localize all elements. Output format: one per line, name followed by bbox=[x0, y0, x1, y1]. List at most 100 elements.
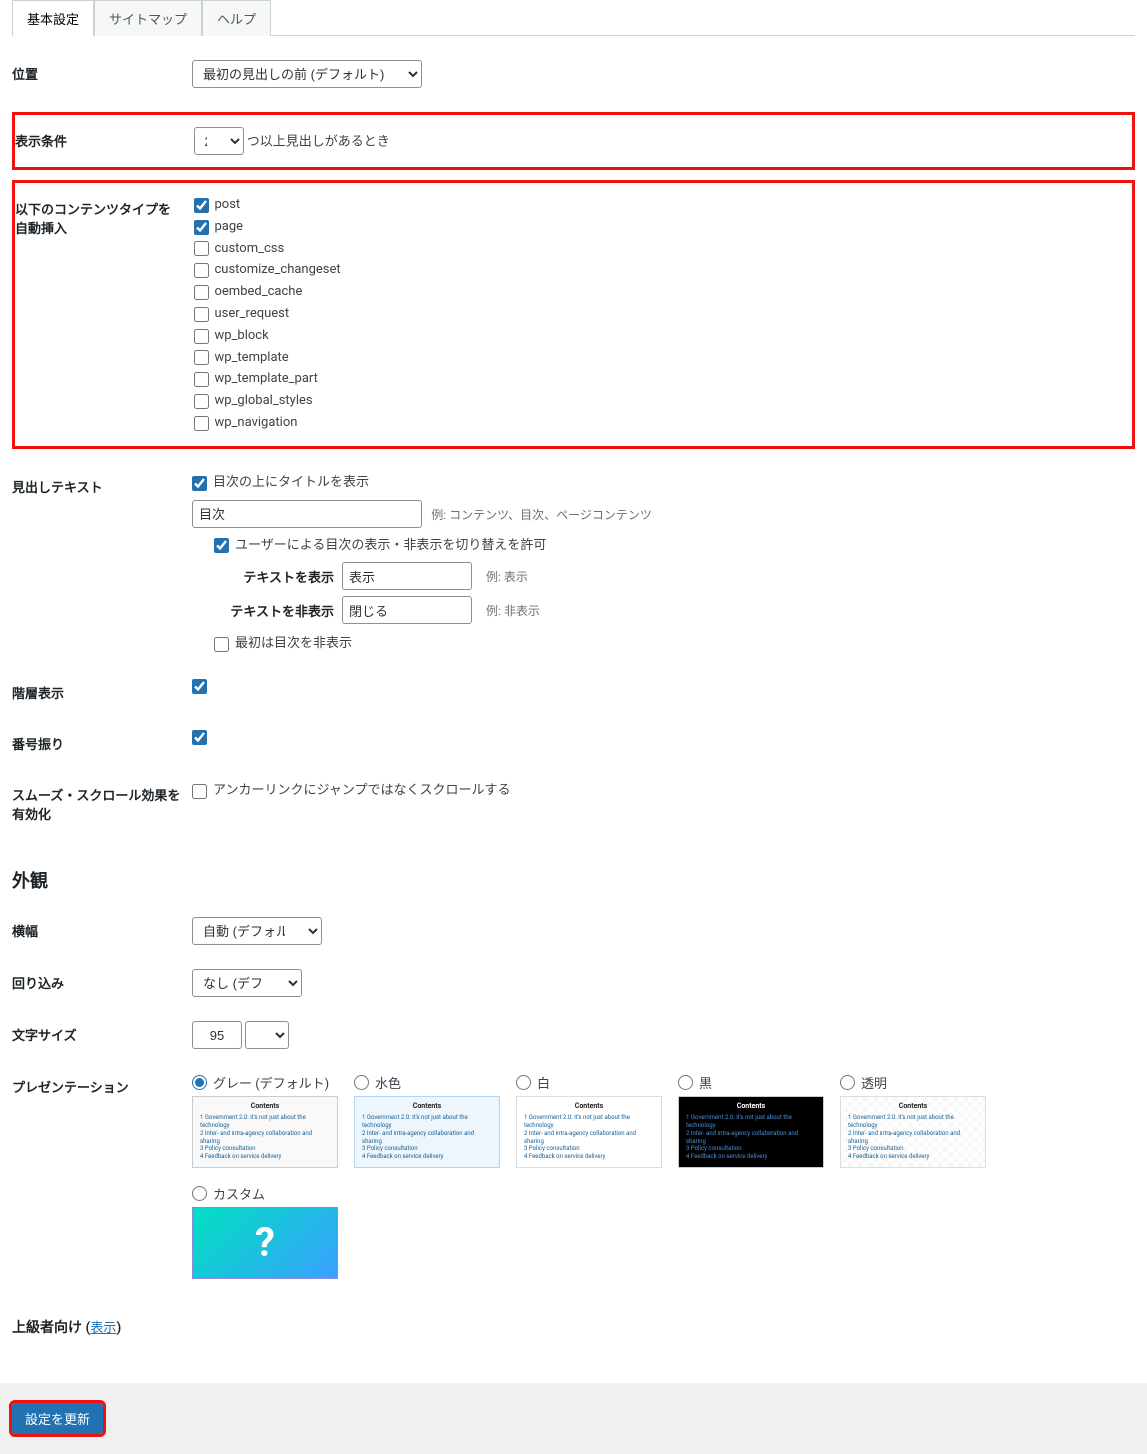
auto-insert-label: wp_global_styles bbox=[215, 391, 313, 412]
label-auto-insert: 以下のコンテンツタイプを自動挿入 bbox=[14, 182, 194, 448]
label-numbering: 番号振り bbox=[12, 718, 192, 769]
heading-appearance: 外観 bbox=[12, 867, 1135, 893]
auto-insert-checkbox[interactable] bbox=[194, 394, 209, 409]
presentation-preview: ? bbox=[192, 1207, 338, 1279]
presentation-options: グレー (デフォルト)Contents1 Government 2.0: it'… bbox=[192, 1073, 1125, 1279]
checkbox-show-title[interactable] bbox=[192, 476, 207, 491]
auto-insert-checkbox[interactable] bbox=[194, 329, 209, 344]
presentation-radio-row[interactable]: 白 bbox=[516, 1073, 662, 1092]
auto-insert-label: wp_navigation bbox=[215, 413, 298, 434]
show-when-suffix: つ以上見出しがあるとき bbox=[247, 135, 390, 150]
presentation-label: 白 bbox=[537, 1073, 550, 1092]
auto-insert-item[interactable]: user_request bbox=[194, 304, 1123, 325]
tab-help[interactable]: ヘルプ bbox=[202, 0, 271, 36]
smooth-scroll-option: アンカーリンクにジャンプではなくスクロールする bbox=[213, 781, 510, 802]
label-smooth-scroll: スムーズ・スクロール効果を有効化 bbox=[12, 769, 192, 839]
hint-toc-title: 例: コンテンツ、目次、ページコンテンツ bbox=[431, 508, 652, 522]
auto-insert-item[interactable]: wp_navigation bbox=[194, 413, 1123, 434]
presentation-option: 透明Contents1 Government 2.0: it's not jus… bbox=[840, 1073, 986, 1168]
auto-insert-item[interactable]: wp_block bbox=[194, 326, 1123, 347]
initial-hide-label: 最初は目次を非表示 bbox=[235, 634, 352, 655]
input-show-text[interactable] bbox=[342, 562, 472, 590]
presentation-radio-row[interactable]: グレー (デフォルト) bbox=[192, 1073, 338, 1092]
auto-insert-item[interactable]: page bbox=[194, 217, 1123, 238]
presentation-radio-row[interactable]: 黒 bbox=[678, 1073, 824, 1092]
select-font-unit[interactable]: % bbox=[245, 1021, 289, 1049]
presentation-option: グレー (デフォルト)Contents1 Government 2.0: it'… bbox=[192, 1073, 338, 1168]
tab-sitemap[interactable]: サイトマップ bbox=[94, 0, 202, 36]
auto-insert-label: oembed_cache bbox=[215, 282, 303, 303]
allow-toggle-label: ユーザーによる目次の表示・非表示を切り替えを許可 bbox=[235, 536, 546, 557]
presentation-radio[interactable] bbox=[192, 1075, 207, 1090]
advanced-toggle-link[interactable]: 表示 bbox=[90, 1321, 116, 1336]
checkbox-hierarchy[interactable] bbox=[192, 679, 207, 694]
presentation-radio[interactable] bbox=[678, 1075, 693, 1090]
tab-basic[interactable]: 基本設定 bbox=[12, 0, 94, 36]
label-font-size: 文字サイズ bbox=[12, 1009, 192, 1061]
auto-insert-checkbox[interactable] bbox=[194, 220, 209, 235]
label-hierarchy: 階層表示 bbox=[12, 667, 192, 718]
auto-insert-checkbox[interactable] bbox=[194, 350, 209, 365]
checkbox-smooth-scroll[interactable] bbox=[192, 784, 207, 799]
presentation-label: カスタム bbox=[213, 1184, 265, 1203]
label-hide-text: テキストを非表示 bbox=[214, 601, 334, 620]
presentation-radio[interactable] bbox=[840, 1075, 855, 1090]
input-font-size[interactable] bbox=[192, 1021, 242, 1049]
presentation-label: 黒 bbox=[699, 1073, 712, 1092]
presentation-option: カスタム? bbox=[192, 1184, 338, 1279]
select-wrap[interactable]: なし (デフォルト) bbox=[192, 969, 302, 997]
hint-show-text: 例: 表示 bbox=[486, 568, 528, 585]
auto-insert-label: custom_css bbox=[215, 239, 285, 260]
select-position[interactable]: 最初の見出しの前 (デフォルト) bbox=[192, 60, 422, 88]
auto-insert-item[interactable]: wp_global_styles bbox=[194, 391, 1123, 412]
checkbox-allow-toggle[interactable] bbox=[214, 538, 229, 553]
presentation-option: 白Contents1 Government 2.0: it's not just… bbox=[516, 1073, 662, 1168]
presentation-radio-row[interactable]: カスタム bbox=[192, 1184, 338, 1203]
auto-insert-checkbox[interactable] bbox=[194, 307, 209, 322]
select-width[interactable]: 自動 (デフォルト) bbox=[192, 917, 322, 945]
label-position: 位置 bbox=[12, 48, 192, 100]
auto-insert-label: page bbox=[215, 217, 244, 238]
settings-tabs: 基本設定 サイトマップ ヘルプ bbox=[12, 0, 1135, 36]
presentation-option: 黒Contents1 Government 2.0: it's not just… bbox=[678, 1073, 824, 1168]
show-title-label: 目次の上にタイトルを表示 bbox=[213, 473, 369, 494]
auto-insert-item[interactable]: customize_changeset bbox=[194, 260, 1123, 281]
auto-insert-checkbox[interactable] bbox=[194, 372, 209, 387]
select-show-when-count[interactable]: 2 bbox=[194, 127, 244, 155]
presentation-radio[interactable] bbox=[192, 1186, 207, 1201]
presentation-radio-row[interactable]: 水色 bbox=[354, 1073, 500, 1092]
auto-insert-item[interactable]: oembed_cache bbox=[194, 282, 1123, 303]
auto-insert-checkbox[interactable] bbox=[194, 285, 209, 300]
presentation-radio-row[interactable]: 透明 bbox=[840, 1073, 986, 1092]
auto-insert-checkbox[interactable] bbox=[194, 241, 209, 256]
input-toc-title[interactable] bbox=[192, 500, 422, 528]
label-width: 横幅 bbox=[12, 905, 192, 957]
input-hide-text[interactable] bbox=[342, 596, 472, 624]
presentation-label: 水色 bbox=[375, 1073, 401, 1092]
auto-insert-label: user_request bbox=[215, 304, 290, 325]
presentation-radio[interactable] bbox=[516, 1075, 531, 1090]
auto-insert-checkbox[interactable] bbox=[194, 263, 209, 278]
advanced-section: 上級者向け (表示) bbox=[12, 1317, 1135, 1337]
checkbox-numbering[interactable] bbox=[192, 730, 207, 745]
label-wrap: 回り込み bbox=[12, 957, 192, 1009]
submit-button[interactable]: 設定を更新 bbox=[12, 1403, 103, 1434]
presentation-label: 透明 bbox=[861, 1073, 887, 1092]
auto-insert-checkbox[interactable] bbox=[194, 416, 209, 431]
auto-insert-label: wp_template bbox=[215, 348, 289, 369]
presentation-radio[interactable] bbox=[354, 1075, 369, 1090]
auto-insert-item[interactable]: wp_template bbox=[194, 348, 1123, 369]
auto-insert-item[interactable]: custom_css bbox=[194, 239, 1123, 260]
label-show-when: 表示条件 bbox=[14, 114, 194, 169]
auto-insert-checkbox[interactable] bbox=[194, 198, 209, 213]
hint-hide-text: 例: 非表示 bbox=[486, 602, 540, 619]
auto-insert-label: wp_block bbox=[215, 326, 269, 347]
label-heading-text: 見出しテキスト bbox=[12, 461, 192, 667]
auto-insert-list: postpagecustom_csscustomize_changesetoem… bbox=[194, 195, 1123, 434]
auto-insert-label: customize_changeset bbox=[215, 260, 341, 281]
label-show-text: テキストを表示 bbox=[214, 567, 334, 586]
auto-insert-item[interactable]: wp_template_part bbox=[194, 369, 1123, 390]
auto-insert-label: post bbox=[215, 195, 241, 216]
auto-insert-item[interactable]: post bbox=[194, 195, 1123, 216]
checkbox-initial-hide[interactable] bbox=[214, 637, 229, 652]
